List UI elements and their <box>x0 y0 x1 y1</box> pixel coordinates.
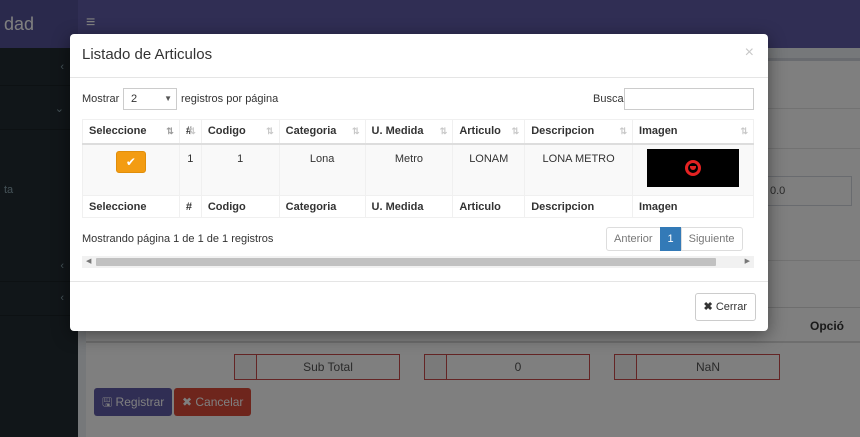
pagination: Anterior 1 Siguiente <box>606 227 743 251</box>
column-header-num[interactable]: # ⇅ <box>178 119 202 145</box>
table-footer-row: Seleccione # Codigo Categoria U. Medida … <box>82 195 754 218</box>
cell-articulo: LONAM <box>452 143 526 196</box>
sort-icon: ⇅ <box>740 126 748 136</box>
scroll-left-icon[interactable]: ◀ <box>86 257 91 265</box>
footer-codigo: Codigo <box>200 195 280 218</box>
scroll-right-icon[interactable]: ▶ <box>745 257 750 265</box>
cell-select: ✔ <box>82 143 180 196</box>
column-header-categoria[interactable]: Categoria ⇅ <box>278 119 366 145</box>
search-label: Buscar <box>593 93 628 105</box>
column-header-codigo[interactable]: Codigo ⇅ <box>200 119 280 145</box>
previous-page-button[interactable]: Anterior <box>606 227 661 251</box>
articles-table: Seleccione ⇅ # ⇅ Codigo ⇅ Categoria ⇅ U. Med… <box>82 119 754 218</box>
sort-icon: ⇅ <box>351 126 360 136</box>
close-x-icon: ✖ <box>703 301 713 313</box>
cell-descripcion: LONA METRO <box>524 143 634 196</box>
horizontal-scrollbar[interactable]: ◀ ▶ <box>82 256 754 268</box>
footer-categoria: Categoria <box>278 195 366 218</box>
footer-imagen: Imagen <box>632 195 754 218</box>
table-row: ✔ 1 1 Lona Metro LONAM LONA METRO <box>82 143 754 196</box>
footer-articulo: Articulo <box>452 195 526 218</box>
select-article-button[interactable]: ✔ <box>115 150 146 173</box>
sort-icon: ⇅ <box>266 126 274 136</box>
table-header-row: Seleccione ⇅ # ⇅ Codigo ⇅ Categoria ⇅ U. Med… <box>82 119 754 145</box>
cell-medida: Metro <box>364 143 454 196</box>
modal-footer: ✖ Cerrar <box>70 281 768 331</box>
footer-descripcion: Descripcion <box>524 195 634 218</box>
cerrar-button[interactable]: ✖ Cerrar <box>694 293 756 321</box>
sort-icon: ⇅ <box>619 126 628 136</box>
articles-modal: Listado de Articulos × Mostrar 2 ▼ regis… <box>70 34 768 331</box>
article-image <box>647 148 739 187</box>
logo-dot <box>690 165 696 170</box>
length-suffix: registros por página <box>181 93 279 105</box>
scrollbar-thumb[interactable] <box>96 258 716 266</box>
sort-icon: ⇅ <box>511 126 520 136</box>
page-length-value: 2 <box>131 93 138 105</box>
modal-title: Listado de Articulos <box>82 46 213 63</box>
next-page-button[interactable]: Siguiente <box>680 227 743 251</box>
footer-seleccione: Seleccione <box>82 195 180 218</box>
search-input[interactable] <box>624 88 754 110</box>
cell-imagen <box>632 143 754 196</box>
column-header-seleccione[interactable]: Seleccione ⇅ <box>82 119 180 145</box>
cell-num: 1 <box>178 143 202 196</box>
column-header-descripcion[interactable]: Descripcion ⇅ <box>524 119 634 145</box>
modal-header: Listado de Articulos × <box>70 34 768 78</box>
cerrar-label: Cerrar <box>715 301 747 313</box>
close-icon[interactable]: × <box>745 44 754 62</box>
cell-codigo: 1 <box>200 143 280 196</box>
sort-icon: ⇅ <box>439 126 448 136</box>
sort-asc-icon: ⇅ <box>166 126 174 136</box>
column-header-articulo[interactable]: Articulo ⇅ <box>452 119 526 145</box>
page-1-button[interactable]: 1 <box>659 227 682 251</box>
footer-num: # <box>178 195 202 218</box>
page-length-select[interactable]: 2 ▼ <box>123 88 177 110</box>
table-info: Mostrando página 1 de 1 de 1 registros <box>82 233 274 245</box>
column-header-imagen[interactable]: Imagen ⇅ <box>632 119 754 145</box>
sort-icon: ⇅ <box>188 126 196 136</box>
column-header-medida[interactable]: U. Medida ⇅ <box>364 119 454 145</box>
cell-categoria: Lona <box>278 143 366 196</box>
caret-down-icon: ▼ <box>164 94 172 103</box>
length-label: Mostrar <box>82 93 120 105</box>
footer-medida: U. Medida <box>364 195 454 218</box>
